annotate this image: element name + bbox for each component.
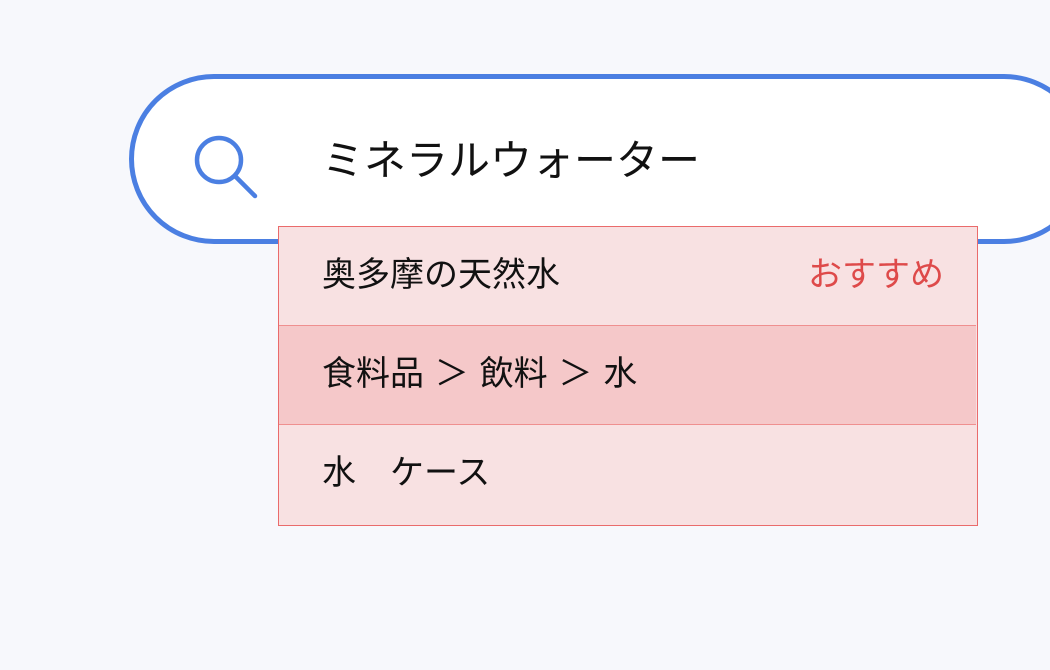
suggestion-item[interactable]: 水 ケース — [279, 425, 976, 524]
search-bar[interactable]: ミネラルウォーター — [129, 74, 1050, 244]
suggestion-label: 水 ケース — [322, 453, 491, 493]
search-input[interactable]: ミネラルウォーター — [322, 131, 700, 191]
suggestion-label: 奥多摩の天然水 — [322, 255, 560, 295]
suggestion-item[interactable]: 奥多摩の天然水 おすすめ — [279, 227, 976, 326]
suggestion-dropdown: 奥多摩の天然水 おすすめ 食料品 ＞ 飲料 ＞ 水 水 ケース — [278, 226, 978, 526]
suggestion-label: 食料品 ＞ 飲料 ＞ 水 — [322, 354, 638, 394]
search-icon[interactable] — [189, 130, 261, 202]
recommend-badge: おすすめ — [808, 255, 944, 295]
suggestion-item-highlighted[interactable]: 食料品 ＞ 飲料 ＞ 水 — [279, 326, 976, 425]
